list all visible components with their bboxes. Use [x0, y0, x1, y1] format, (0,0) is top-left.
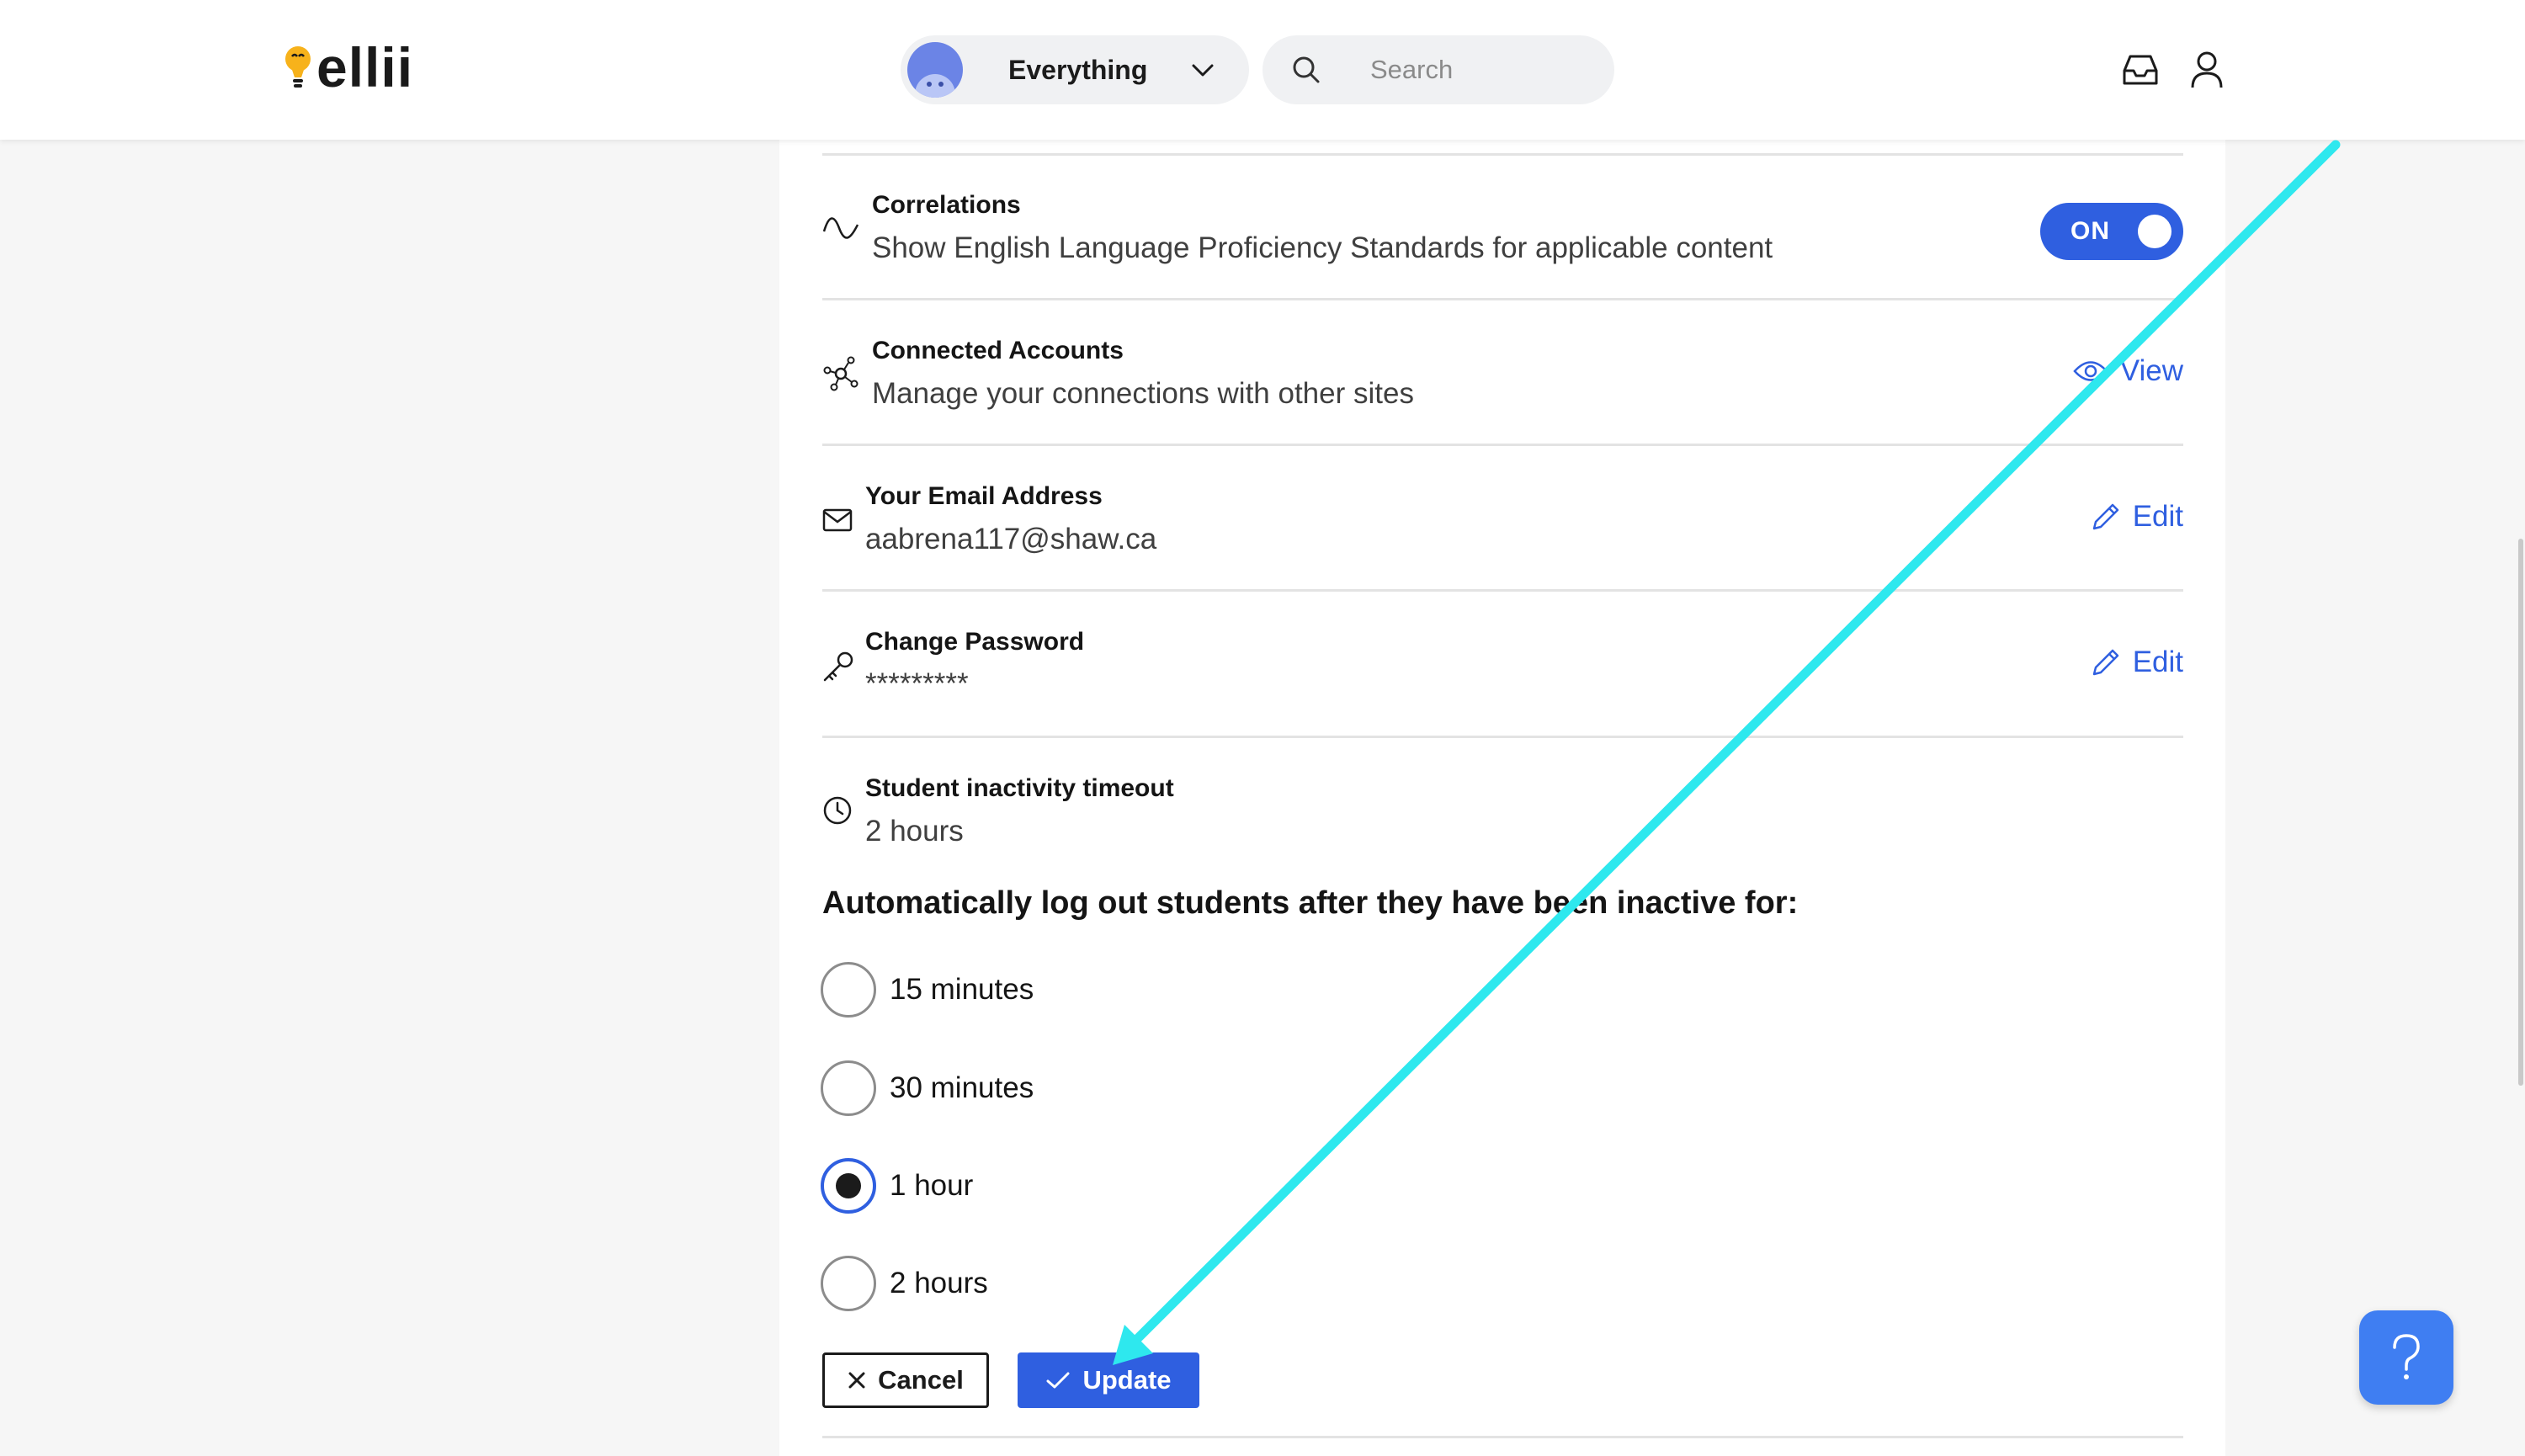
correlations-title: Correlations	[872, 191, 1021, 219]
password-masked-value: *********	[865, 667, 969, 700]
pencil-icon	[2092, 503, 2118, 530]
timeout-option-2-hours[interactable]: 2 hours	[821, 1252, 988, 1315]
scope-label: Everything	[1008, 54, 1148, 85]
cancel-label: Cancel	[878, 1365, 964, 1395]
edit-password-label: Edit	[2132, 646, 2183, 678]
network-nodes-icon	[823, 356, 858, 391]
toggle-state-label: ON	[2070, 217, 2110, 245]
ellii-logo[interactable]: ellii	[283, 34, 413, 101]
envelope-icon	[822, 508, 853, 532]
password-row: Change Password ********* Edit	[822, 589, 2183, 738]
option-label: 30 minutes	[890, 1071, 1034, 1104]
inactivity-current-value: 2 hours	[865, 815, 964, 848]
edit-password-button[interactable]: Edit	[2091, 646, 2183, 679]
radio-button[interactable]	[821, 1256, 876, 1311]
correlations-toggle[interactable]: ON	[2040, 203, 2183, 260]
brand-name: ellii	[316, 36, 414, 98]
cancel-button[interactable]: Cancel	[822, 1352, 989, 1408]
inactivity-title: Student inactivity timeout	[865, 774, 1174, 802]
eye-icon	[2073, 361, 2108, 381]
close-icon	[848, 1372, 865, 1389]
question-mark-icon	[2393, 1334, 2420, 1379]
correlations-row: Correlations Show English Language Profi…	[822, 153, 2183, 300]
connected-accounts-title: Connected Accounts	[872, 337, 1124, 364]
checkmark-icon	[1046, 1372, 1070, 1389]
user-account-icon[interactable]	[2190, 50, 2224, 89]
search-icon[interactable]	[1291, 55, 1321, 85]
view-label: View	[2119, 354, 2183, 387]
scope-avatar-icon	[907, 42, 963, 98]
edit-email-label: Edit	[2132, 500, 2183, 533]
timeout-option-15-minutes[interactable]: 15 minutes	[821, 959, 1034, 1021]
update-button[interactable]: Update	[1018, 1352, 1199, 1408]
view-connections-button[interactable]: View	[2073, 354, 2183, 388]
lightbulb-logo-icon	[285, 46, 311, 88]
wave-icon	[822, 217, 859, 239]
toggle-knob	[2138, 215, 2172, 248]
radio-button-selected[interactable]	[821, 1158, 876, 1214]
timeout-option-30-minutes[interactable]: 30 minutes	[821, 1057, 1034, 1119]
connected-accounts-row: Connected Accounts Manage your connectio…	[822, 298, 2183, 446]
radio-button[interactable]	[821, 1060, 876, 1116]
connected-accounts-subtitle: Manage your connections with other sites	[872, 377, 1414, 410]
edit-email-button[interactable]: Edit	[2091, 500, 2183, 534]
email-title: Your Email Address	[865, 482, 1103, 510]
timeout-option-1-hour[interactable]: 1 hour	[821, 1155, 973, 1217]
help-button[interactable]	[2359, 1310, 2453, 1405]
option-label: 1 hour	[890, 1169, 974, 1202]
key-icon	[823, 651, 853, 682]
top-navigation-bar: ellii Everything	[0, 0, 2525, 140]
inactivity-timeout-row: Student inactivity timeout 2 hours	[822, 736, 2183, 864]
inactivity-question: Automatically log out students after the…	[822, 885, 1799, 921]
search-input[interactable]	[1369, 54, 1591, 86]
inbox-icon[interactable]	[2121, 52, 2160, 88]
email-value: aabrena117@shaw.ca	[865, 523, 1157, 555]
section-divider	[822, 1436, 2183, 1438]
clock-icon	[823, 796, 852, 825]
search-bar	[1262, 35, 1614, 104]
scope-dropdown[interactable]: Everything	[901, 35, 1249, 104]
chevron-down-icon	[1192, 64, 1214, 77]
option-label: 2 hours	[890, 1267, 988, 1299]
password-title: Change Password	[865, 628, 1085, 656]
update-label: Update	[1082, 1365, 1172, 1395]
email-row: Your Email Address aabrena117@shaw.ca Ed…	[822, 444, 2183, 592]
option-label: 15 minutes	[890, 973, 1034, 1006]
pencil-icon	[2092, 649, 2118, 676]
correlations-subtitle: Show English Language Proficiency Standa…	[872, 231, 1773, 264]
radio-button[interactable]	[821, 962, 876, 1018]
page-scrollbar[interactable]	[2518, 539, 2523, 1086]
